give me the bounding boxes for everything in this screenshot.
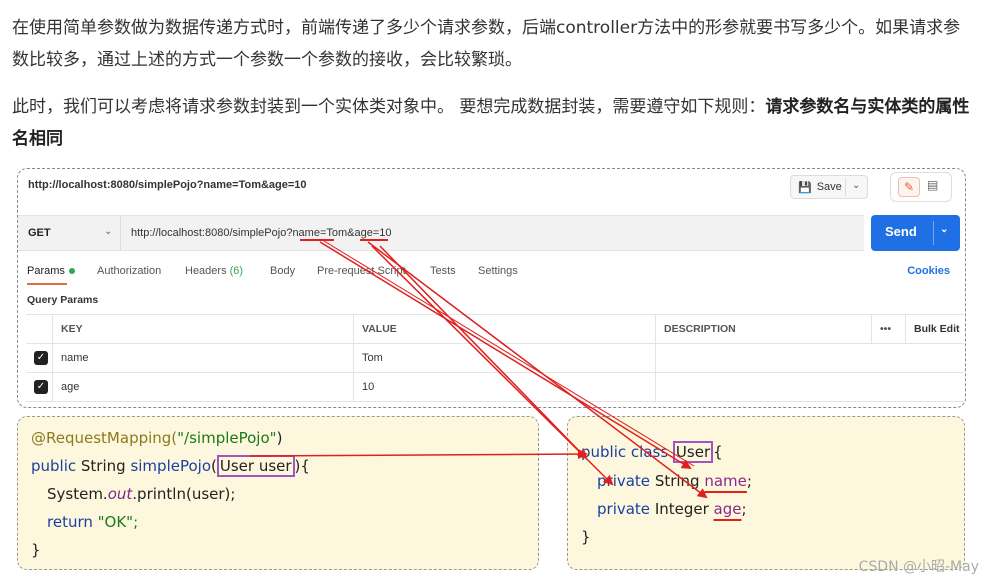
table-row: ✓ age 10: [26, 373, 964, 402]
param-description[interactable]: [655, 344, 964, 372]
view-toggle-group: ✎ ▤: [890, 172, 952, 202]
chevron-down-icon[interactable]: ⌄: [852, 180, 860, 191]
user-class-highlight: User: [672, 441, 714, 463]
code-line-2: private String name;: [597, 472, 752, 490]
query-params-heading: Query Params: [27, 294, 99, 306]
more-icon[interactable]: •••: [871, 315, 905, 343]
save-icon: 💾: [798, 181, 812, 194]
user-param-highlight: User user: [216, 455, 295, 477]
postman-panel: http://localhost:8080/simplePojo?name=To…: [17, 168, 966, 408]
url-divider: [120, 216, 121, 250]
url-param-name: name=Tom: [292, 227, 348, 239]
param-value[interactable]: 10: [353, 373, 655, 401]
table-row: ✓ name Tom: [26, 344, 964, 373]
rule-paragraph: 此时，我们可以考虑将请求参数封装到一个实体类对象中。 要想完成数据封装，需要遵守…: [12, 91, 972, 155]
send-button[interactable]: Send ⌄: [871, 215, 960, 251]
field-name: name: [704, 472, 747, 490]
entity-code: public class User{ private String name; …: [567, 416, 965, 570]
rule-text: 此时，我们可以考虑将请求参数封装到一个实体类对象中。 要想完成数据封装，需要遵守…: [12, 97, 766, 117]
pencil-icon[interactable]: ✎: [898, 177, 920, 197]
param-value[interactable]: Tom: [353, 344, 655, 372]
tab-body[interactable]: Body: [270, 265, 295, 277]
bulk-edit-link[interactable]: Bulk Edit: [905, 315, 964, 343]
send-divider: [933, 221, 934, 245]
table-header-row: KEY VALUE DESCRIPTION ••• Bulk Edit: [26, 314, 964, 344]
request-title: http://localhost:8080/simplePojo?name=To…: [28, 179, 307, 191]
chevron-down-icon[interactable]: ⌄: [104, 226, 112, 237]
header-key: KEY: [52, 315, 353, 343]
param-description[interactable]: [655, 373, 964, 401]
url-input[interactable]: http://localhost:8080/simplePojo?name=To…: [131, 227, 392, 239]
tab-settings[interactable]: Settings: [478, 265, 518, 277]
url-bar: GET ⌄ http://localhost:8080/simplePojo?n…: [18, 215, 864, 251]
tab-headers[interactable]: Headers (6): [185, 265, 243, 277]
code-line-4: }: [581, 528, 591, 546]
code-line-5: }: [31, 541, 41, 559]
method-select[interactable]: GET: [28, 227, 51, 239]
intro-paragraph: 在使用简单参数做为数据传递方式时，前端传递了多少个请求参数，后端controll…: [12, 18, 961, 70]
documentation-icon[interactable]: ▤: [927, 178, 938, 192]
tab-params[interactable]: Params: [27, 265, 75, 277]
watermark: CSDN @小昭-May: [858, 559, 979, 575]
save-button[interactable]: 💾 Save ⌄: [790, 175, 868, 199]
code-line-3: private Integer age;: [597, 500, 747, 518]
url-base: http://localhost:8080/simplePojo?: [131, 227, 293, 239]
header-description: DESCRIPTION: [655, 315, 871, 343]
request-tabs: Params Authorization Headers (6) Body Pr…: [27, 265, 957, 281]
active-dot: [68, 268, 75, 275]
tab-tests[interactable]: Tests: [430, 265, 456, 277]
save-divider: [845, 178, 846, 196]
active-tab-indicator: [27, 283, 67, 285]
code-line-4: return "OK";: [47, 513, 139, 531]
url-amp: &: [347, 227, 355, 239]
param-key[interactable]: name: [52, 344, 353, 372]
cookies-link[interactable]: Cookies: [907, 265, 950, 277]
code-line-1: public class User{: [581, 441, 723, 463]
param-key[interactable]: age: [52, 373, 353, 401]
code-line-2: public String simplePojo(User user){: [31, 455, 310, 477]
header-value: VALUE: [353, 315, 655, 343]
tab-pre-request-script[interactable]: Pre-request Script: [317, 265, 406, 277]
url-param-age: age=10: [354, 227, 392, 239]
code-line-1: @RequestMapping("/simplePojo"): [31, 429, 283, 447]
checkbox-checked-icon[interactable]: ✓: [34, 351, 48, 365]
chevron-down-icon[interactable]: ⌄: [940, 224, 948, 235]
send-label: Send: [885, 224, 917, 239]
controller-code: @RequestMapping("/simplePojo") public St…: [17, 416, 539, 570]
checkbox-checked-icon[interactable]: ✓: [34, 380, 48, 394]
code-line-3: System.out.println(user);: [47, 485, 236, 503]
field-age: age: [713, 500, 742, 518]
headers-count: (6): [229, 265, 244, 277]
save-label: Save: [816, 181, 842, 193]
tab-authorization[interactable]: Authorization: [97, 265, 161, 277]
